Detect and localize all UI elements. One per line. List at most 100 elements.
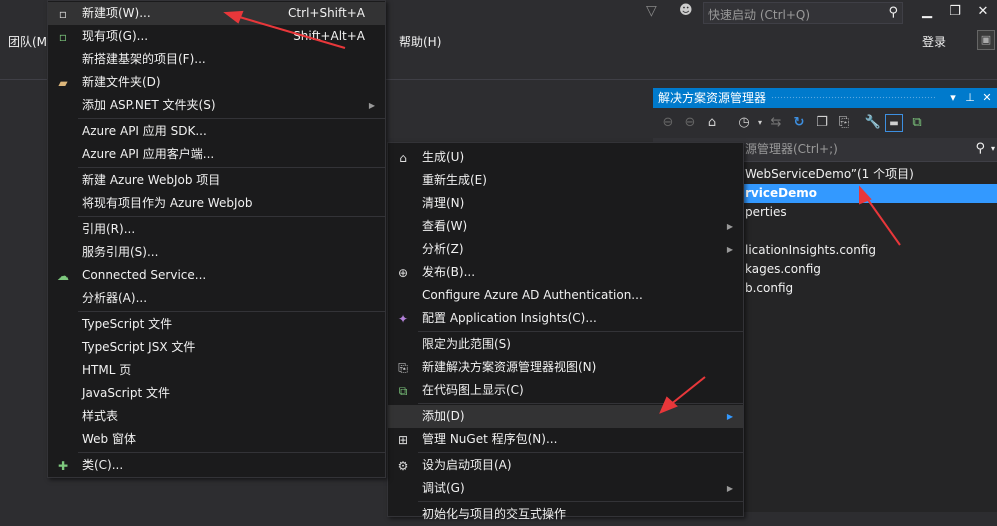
menu-item-analyzer[interactable]: 分析器(A)... — [48, 287, 385, 310]
chevron-down-icon[interactable]: ▾ — [991, 138, 995, 160]
tree-item-label: licationInsights.config — [745, 243, 877, 257]
menu-item-html-page[interactable]: HTML 页 — [48, 359, 385, 382]
menu-item-new-item[interactable]: ▫ 新建项(W)... Ctrl+Shift+A — [48, 2, 385, 25]
menu-item-new-folder[interactable]: ▰ 新建文件夹(D) — [48, 71, 385, 94]
menu-item-stylesheet[interactable]: 样式表 — [48, 405, 385, 428]
menu-item-nuget[interactable]: ⊞ 管理 NuGet 程序包(N)... — [388, 428, 743, 451]
menu-item-label: 初始化与项目的交互式操作 — [422, 507, 567, 521]
menu-separator — [418, 331, 743, 332]
submenu-arrow-icon: ▶ — [726, 412, 733, 421]
menu-item-interactive[interactable]: 初始化与项目的交互式操作 — [388, 503, 743, 526]
menu-item-web-form[interactable]: Web 窗体 — [48, 428, 385, 451]
menu-separator — [418, 403, 743, 404]
menu-item-typescript-jsx[interactable]: TypeScript JSX 文件 — [48, 336, 385, 359]
close-icon[interactable]: ✕ — [972, 2, 994, 22]
tree-item-label: kages.config — [745, 262, 821, 276]
menu-item-label: TypeScript JSX 文件 — [82, 340, 196, 354]
menu-item-new-view[interactable]: ⎘ 新建解决方案资源管理器视图(N) — [388, 356, 743, 379]
refresh-icon[interactable]: ↻ — [790, 114, 808, 132]
menu-item-scaffolded-item[interactable]: 新搭建基架的项目(F)... — [48, 48, 385, 71]
tree-item-label: b.config — [745, 281, 794, 295]
build-icon: ⌂ — [399, 151, 407, 165]
menu-item-shortcut: Ctrl+Shift+A — [288, 6, 365, 20]
menu-item-aspnet-folder[interactable]: 添加 ASP.NET 文件夹(S) ▶ — [48, 94, 385, 117]
menu-item-existing-webjob[interactable]: 将现有项目作为 Azure WebJob — [48, 192, 385, 215]
menu-item-reference[interactable]: 引用(R)... — [48, 218, 385, 241]
menu-item-label: Configure Azure AD Authentication... — [422, 288, 643, 302]
feedback-icon[interactable]: ☻ — [679, 3, 693, 18]
menu-item-debug[interactable]: 调试(G) ▶ — [388, 477, 743, 500]
properties-icon[interactable]: 🔧 — [864, 114, 882, 132]
menu-item-analyze[interactable]: 分析(Z) ▶ — [388, 238, 743, 261]
nuget-icon: ⊞ — [397, 433, 409, 447]
quick-launch-input[interactable]: 快速启动 (Ctrl+Q) ⚲ — [703, 2, 903, 24]
menu-item-add[interactable]: 添加(D) ▶ — [388, 405, 743, 428]
menu-item-rebuild[interactable]: 重新生成(E) — [388, 169, 743, 192]
search-placeholder: 源管理器(Ctrl+;) — [745, 142, 838, 156]
menu-item-label: 引用(R)... — [82, 222, 136, 236]
menu-item-service-reference[interactable]: 服务引用(S)... — [48, 241, 385, 264]
preview-icon[interactable]: ▬ — [885, 114, 903, 132]
restore-icon[interactable]: ❐ — [944, 2, 966, 22]
sync-icon[interactable]: ⇆ — [767, 114, 785, 132]
menu-item-view[interactable]: 查看(W) ▶ — [388, 215, 743, 238]
pin-icon[interactable]: ⊥ — [962, 88, 978, 108]
menu-team[interactable]: 团队(M — [8, 33, 47, 50]
menu-item-app-insights[interactable]: ✦ 配置 Application Insights(C)... — [388, 307, 743, 330]
menu-item-azure-sdk[interactable]: Azure API 应用 SDK... — [48, 120, 385, 143]
submenu-arrow-icon: ▶ — [368, 101, 375, 110]
menu-item-scope[interactable]: 限定为此范围(S) — [388, 333, 743, 356]
filter-icon[interactable]: ▽ — [646, 3, 657, 19]
account-avatar-icon[interactable]: ▣ — [977, 30, 995, 50]
menu-item-build[interactable]: ⌂ 生成(U) — [388, 146, 743, 169]
tree-item-label: WebServiceDemo”(1 个项目) — [745, 167, 914, 181]
menu-item-existing-item[interactable]: ▫ 现有项(G)... Shift+Alt+A — [48, 25, 385, 48]
search-icon[interactable]: ⚲ — [888, 5, 898, 20]
menu-item-label: 在代码图上显示(C) — [422, 383, 524, 397]
new-view-icon: ⎘ — [398, 361, 408, 375]
menu-item-clean[interactable]: 清理(N) — [388, 192, 743, 215]
menu-item-set-startup[interactable]: ⚙ 设为启动项目(A) — [388, 454, 743, 477]
title-grip[interactable] — [771, 96, 935, 100]
back-icon[interactable]: ⊖ — [659, 114, 677, 132]
collapse-all-icon[interactable]: ❐ — [813, 114, 831, 132]
menu-item-label: 类(C)... — [82, 458, 124, 472]
menu-item-label: TypeScript 文件 — [82, 317, 173, 331]
menu-item-shortcut: Shift+Alt+A — [293, 29, 365, 43]
menu-item-new-webjob[interactable]: 新建 Azure WebJob 项目 — [48, 169, 385, 192]
menu-item-label: 新搭建基架的项目(F)... — [82, 52, 206, 66]
submenu-arrow-icon: ▶ — [726, 245, 733, 254]
menu-item-label: 设为启动项目(A) — [422, 458, 512, 472]
tree-item-label: rviceDemo — [745, 186, 817, 200]
menu-item-label: 新建解决方案资源管理器视图(N) — [422, 360, 597, 374]
dropdown-icon[interactable]: ▾ — [945, 88, 961, 108]
menu-item-connected-service[interactable]: ☁ Connected Service... — [48, 264, 385, 287]
minimize-icon[interactable]: ▁ — [916, 2, 938, 22]
menu-item-label: 查看(W) — [422, 219, 468, 233]
menu-item-azure-ad[interactable]: Configure Azure AD Authentication... — [388, 284, 743, 307]
menu-item-azure-client[interactable]: Azure API 应用客户端... — [48, 143, 385, 166]
menu-item-javascript[interactable]: JavaScript 文件 — [48, 382, 385, 405]
quick-launch-placeholder: 快速启动 (Ctrl+Q) — [708, 8, 811, 22]
menu-item-class[interactable]: ✚ 类(C)... — [48, 454, 385, 477]
menu-separator — [78, 311, 385, 312]
menu-item-label: 将现有项目作为 Azure WebJob — [82, 196, 253, 210]
menu-item-label: 发布(B)... — [422, 265, 476, 279]
forward-icon[interactable]: ⊖ — [681, 114, 699, 132]
menu-separator — [78, 452, 385, 453]
menu-item-code-map[interactable]: ⧉ 在代码图上显示(C) — [388, 379, 743, 402]
submenu-arrow-icon: ▶ — [726, 484, 733, 493]
menu-item-publish[interactable]: ⊕ 发布(B)... — [388, 261, 743, 284]
menu-item-label: 清理(N) — [422, 196, 465, 210]
menu-help[interactable]: 帮助(H) — [399, 33, 441, 50]
show-all-files-icon[interactable]: ⎘ — [835, 114, 853, 132]
menu-item-typescript[interactable]: TypeScript 文件 — [48, 313, 385, 336]
search-icon[interactable]: ⚲ — [975, 138, 985, 160]
menu-item-label: 新建项(W)... — [82, 6, 151, 20]
menu-item-label: 分析器(A)... — [82, 291, 148, 305]
tree-item-label: perties — [745, 205, 787, 219]
close-icon[interactable]: ✕ — [979, 88, 995, 108]
code-map-icon[interactable]: ⧉ — [908, 114, 926, 132]
login-link[interactable]: 登录 — [922, 33, 946, 50]
home-icon[interactable]: ⌂ — [703, 114, 721, 132]
